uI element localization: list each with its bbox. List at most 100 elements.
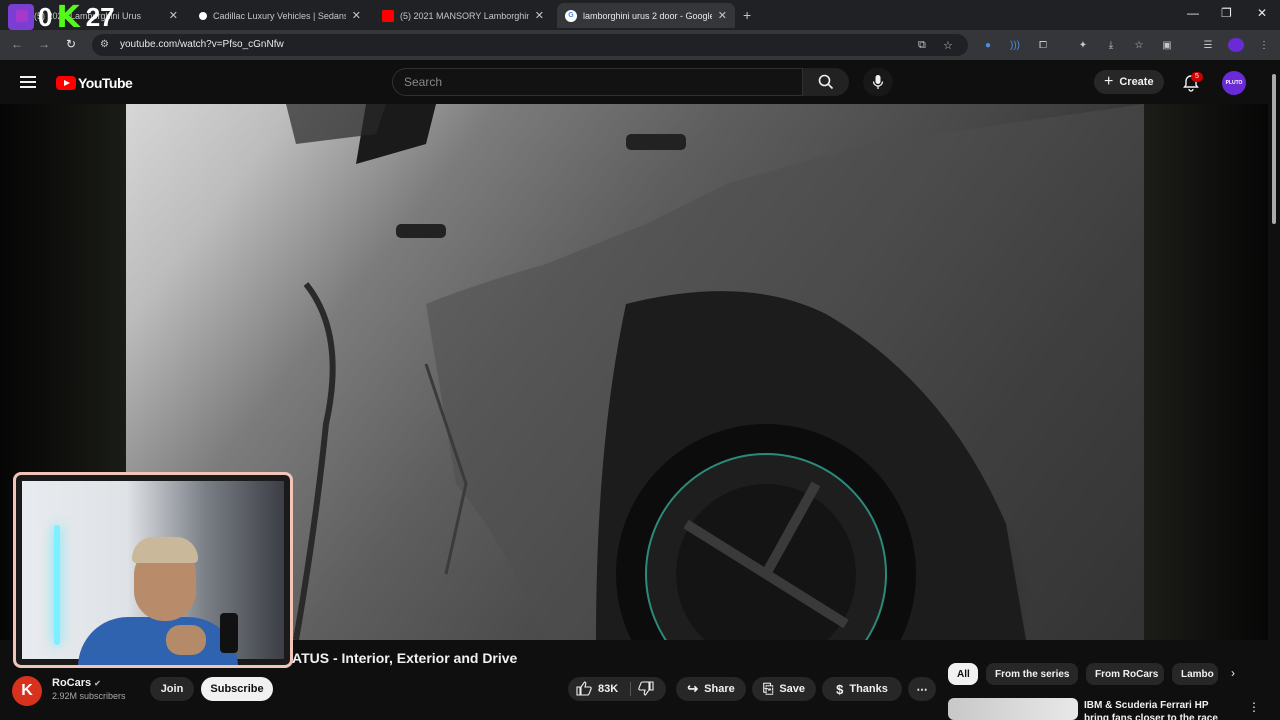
like-divider	[630, 682, 631, 696]
recommendation-title[interactable]: IBM & Scuderia Ferrari HP bring fans clo…	[1084, 699, 1234, 720]
close-icon[interactable]: ✕	[352, 9, 361, 22]
restore-icon[interactable]: ❐	[1221, 6, 1232, 20]
tab-title: Cadillac Luxury Vehicles | Sedans, S	[213, 10, 346, 21]
screen: (5) 2025 Lamborghini Urus ✕ Cadillac Lux…	[0, 0, 1280, 720]
account-avatar[interactable]: PLUTO	[1222, 71, 1246, 95]
extensions-puzzle-icon[interactable]: ⧠	[1036, 38, 1050, 52]
save-button[interactable]: ⎘ Save	[752, 677, 816, 701]
more-actions-button[interactable]: ⋯	[908, 677, 936, 701]
stream-overlay-counter: 0 K 27	[8, 0, 119, 35]
tab-title: lamborghini urus 2 door - Google	[583, 10, 712, 21]
share-button[interactable]: ↪ Share	[676, 677, 746, 701]
sidebar-icon[interactable]: ☰	[1201, 38, 1215, 52]
scrollbar-thumb[interactable]	[1272, 74, 1276, 224]
save-label: Save	[779, 683, 806, 695]
streamer-hand	[166, 625, 206, 655]
page-scrollbar[interactable]	[1270, 64, 1278, 720]
streamer-microphone	[220, 613, 238, 653]
super-thanks-icon: $	[836, 681, 844, 697]
site-info-icon[interactable]: ⚙	[100, 39, 112, 51]
share-icon: ↪	[687, 681, 699, 696]
twitch-icon	[8, 4, 34, 30]
dislike-button[interactable]	[638, 681, 654, 701]
close-icon[interactable]: ✕	[718, 9, 727, 22]
thanks-label: Thanks	[849, 683, 888, 695]
like-dislike-bar: 83K	[568, 677, 666, 701]
browser-tab-2[interactable]: Cadillac Luxury Vehicles | Sedans, S ✕	[191, 3, 369, 28]
cadillac-icon	[199, 11, 207, 20]
tab-title: (5) 2021 MANSORY Lamborghini U	[400, 10, 529, 21]
minimize-icon[interactable]: —	[1187, 6, 1199, 20]
youtube-play-icon	[56, 76, 76, 90]
chevron-right-icon[interactable]: ›	[1231, 666, 1235, 680]
subscribe-button[interactable]: Subscribe	[201, 677, 273, 701]
channel-avatar[interactable]: K	[12, 676, 42, 706]
address-bar[interactable]: ⚙ youtube.com/watch?v=Pfso_cGnNfw ⧉ ☆	[92, 34, 968, 56]
reload-icon[interactable]: ↻	[66, 37, 76, 51]
browser-menu-icon[interactable]: ⋮	[1257, 38, 1271, 52]
bookmark-icon: ⎘	[762, 681, 774, 696]
copilot-icon[interactable]: ✦	[1076, 38, 1090, 52]
more-vertical-icon[interactable]: ⋮	[1248, 700, 1260, 714]
download-icon[interactable]: ⤓	[1104, 38, 1118, 52]
extension-icon[interactable]: ●	[981, 38, 995, 52]
url-text[interactable]: youtube.com/watch?v=Pfso_cGnNfw	[120, 39, 284, 50]
streamer-cap	[132, 537, 198, 563]
browser-tab-4[interactable]: G lamborghini urus 2 door - Google ✕	[557, 3, 735, 28]
favorites-icon[interactable]: ☆	[1132, 38, 1146, 52]
share-label: Share	[704, 683, 735, 695]
neon-light	[54, 525, 60, 645]
chip-label: Lambo	[1181, 668, 1214, 680]
channel-name[interactable]: RoCars ✔	[52, 677, 101, 689]
chip-from-series[interactable]: From the series	[986, 663, 1078, 685]
verified-icon: ✔	[94, 679, 101, 688]
youtube-logo[interactable]: YouTube	[56, 75, 133, 91]
channel-name-text[interactable]: RoCars	[52, 677, 91, 689]
like-button[interactable]: 83K	[576, 681, 618, 696]
chip-label: From the series	[995, 668, 1070, 680]
chip-lambo[interactable]: Lambo	[1172, 663, 1218, 685]
close-icon[interactable]: ✕	[169, 9, 178, 22]
browser-tab-3[interactable]: (5) 2021 MANSORY Lamborghini U ✕	[374, 3, 552, 28]
bookmark-star-icon[interactable]: ☆	[943, 39, 953, 52]
thanks-button[interactable]: $ Thanks	[822, 677, 902, 701]
create-button[interactable]: + Create	[1094, 70, 1164, 94]
video-title: ATUS - Interior, Exterior and Drive	[292, 650, 518, 666]
recommendation-thumbnail[interactable]	[948, 698, 1078, 720]
read-aloud-icon[interactable]: )))	[1008, 38, 1022, 52]
chip-label: All	[957, 668, 970, 680]
install-app-icon[interactable]: ⧉	[918, 39, 926, 52]
search-icon	[818, 74, 834, 90]
menu-icon[interactable]	[20, 76, 36, 88]
voice-search-button[interactable]	[863, 68, 893, 96]
chip-from-channel[interactable]: From RoCars	[1086, 663, 1164, 685]
window-close-icon[interactable]: ✕	[1257, 6, 1267, 20]
youtube-wordmark: YouTube	[78, 75, 133, 91]
streamer-webcam	[13, 472, 293, 668]
collections-icon[interactable]: ▣	[1160, 38, 1174, 52]
search-box	[392, 68, 803, 96]
subscribe-label: Subscribe	[210, 683, 264, 695]
like-count: 83K	[598, 682, 619, 695]
chip-all[interactable]: All	[948, 663, 978, 685]
forward-icon[interactable]: →	[38, 37, 50, 51]
profile-icon[interactable]	[1228, 38, 1244, 52]
search-button[interactable]	[803, 68, 849, 96]
more-horizontal-icon: ⋯	[916, 683, 928, 696]
search-input[interactable]	[404, 75, 784, 89]
streamer-shirt	[78, 617, 238, 665]
microphone-icon	[872, 75, 884, 89]
thumbs-down-icon	[638, 681, 654, 696]
youtube-icon	[382, 9, 394, 22]
close-icon[interactable]: ✕	[535, 9, 544, 22]
new-tab-button[interactable]: +	[743, 7, 751, 23]
counter-left: 0	[38, 1, 53, 32]
join-label: Join	[160, 683, 184, 695]
chip-label: From RoCars	[1095, 668, 1159, 680]
counter-right: 27	[85, 1, 115, 32]
notification-badge: 5	[1191, 72, 1203, 82]
youtube-masthead: YouTube + Create 5 PLUTO	[0, 60, 1280, 104]
join-button[interactable]: Join	[150, 677, 194, 701]
back-icon[interactable]: ←	[11, 37, 23, 51]
plus-icon: +	[1104, 73, 1114, 90]
